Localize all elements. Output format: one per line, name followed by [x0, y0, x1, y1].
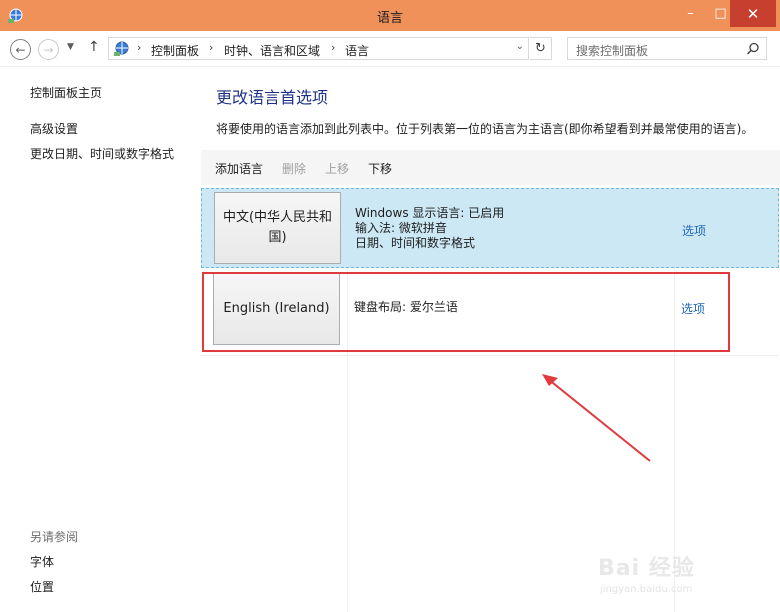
move-down-button[interactable]: 下移: [368, 160, 392, 177]
arrow-left-icon: ←: [15, 42, 26, 57]
breadcrumb-clock-language-region[interactable]: 时钟、语言和区域: [224, 42, 320, 59]
breadcrumb-control-panel[interactable]: 控制面板: [151, 42, 199, 59]
watermark-url: jingyan.baidu.com: [600, 584, 693, 595]
breadcrumb-separator-icon[interactable]: ›: [331, 41, 335, 54]
control-panel-home-link[interactable]: 控制面板主页: [30, 84, 102, 101]
options-link[interactable]: 选项: [682, 222, 706, 239]
recent-locations-dropdown[interactable]: ▼: [67, 42, 74, 52]
language-toolbar: 添加语言 删除 上移 下移: [201, 150, 780, 185]
minimize-button[interactable]: –: [677, 0, 704, 27]
page-title: 更改语言首选项: [216, 88, 329, 107]
move-up-button[interactable]: 上移: [325, 160, 349, 177]
row-divider: [201, 355, 779, 356]
language-info-display: Windows 显示语言: 已启用: [355, 206, 505, 220]
change-date-time-format-link[interactable]: 更改日期、时间或数字格式: [30, 145, 174, 162]
refresh-icon: ↻: [535, 41, 546, 56]
annotation-arrow-icon: [542, 374, 651, 462]
fonts-link[interactable]: 字体: [30, 553, 54, 570]
close-button[interactable]: ✕: [730, 0, 776, 27]
search-icon[interactable]: [746, 42, 760, 56]
breadcrumb-separator-icon[interactable]: ›: [137, 41, 141, 54]
control-panel-icon: [114, 41, 129, 56]
baidu-watermark: Bai 经验 jingyan.baidu.com: [598, 550, 748, 605]
arrow-up-icon: ↑: [88, 39, 100, 55]
remove-button[interactable]: 删除: [282, 160, 306, 177]
chevron-down-icon[interactable]: ⌄: [516, 41, 524, 52]
language-name-button[interactable]: 中文(中华人民共和国): [214, 192, 341, 264]
language-list: 中文(中华人民共和国) Windows 显示语言: 已启用 输入法: 微软拼音 …: [201, 185, 780, 612]
window-title: 语言: [376, 11, 403, 26]
watermark-logo: Bai 经验: [598, 556, 695, 581]
back-button[interactable]: ←: [10, 39, 31, 60]
language-row-selected[interactable]: 中文(中华人民共和国) Windows 显示语言: 已启用 输入法: 微软拼音 …: [201, 188, 779, 268]
language-info-format: 日期、时间和数字格式: [355, 236, 476, 250]
breadcrumb-language[interactable]: 语言: [345, 42, 369, 59]
location-link[interactable]: 位置: [30, 578, 54, 595]
see-also-heading: 另请参阅: [30, 530, 79, 544]
up-button[interactable]: ↑: [88, 39, 100, 55]
refresh-button[interactable]: ↻: [530, 37, 552, 60]
forward-button[interactable]: →: [38, 39, 59, 60]
search-placeholder: 搜索控制面板: [576, 44, 649, 58]
page-description: 将要使用的语言添加到此列表中。位于列表第一位的语言为主语言(即你希望看到并最常使…: [216, 122, 754, 136]
search-box[interactable]: 搜索控制面板: [567, 37, 767, 60]
add-language-button[interactable]: 添加语言: [215, 160, 263, 177]
advanced-settings-link[interactable]: 高级设置: [30, 120, 78, 137]
address-bar[interactable]: › 控制面板 › 时钟、语言和区域 › 语言 ⌄: [108, 37, 529, 60]
arrow-right-icon: →: [43, 42, 54, 57]
navigation-bar: ← → ▼ ↑ › 控制面板 › 时钟、语言和区域 › 语言 ⌄ ↻ 搜索控制面…: [0, 31, 780, 67]
language-info-input-method: 输入法: 微软拼音: [355, 221, 447, 235]
breadcrumb-separator-icon[interactable]: ›: [209, 41, 213, 54]
title-bar: 语言 – □ ✕: [0, 0, 780, 31]
highlight-annotation-box: [202, 272, 730, 352]
